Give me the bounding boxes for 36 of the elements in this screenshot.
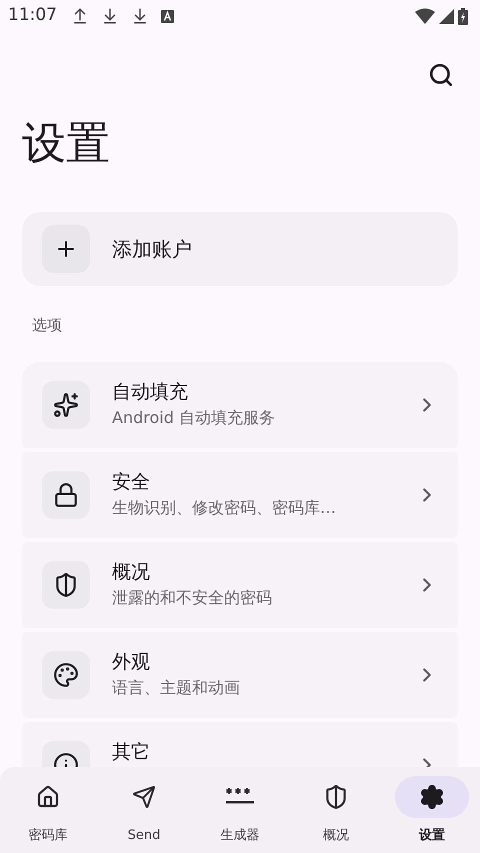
nav-tab[interactable]: 密码库 — [0, 776, 96, 846]
settings-item[interactable]: 外观 语言、主题和动画 — [22, 632, 458, 718]
item-title: 安全 — [112, 470, 151, 494]
palette-icon — [53, 662, 79, 688]
section-label: 选项 — [32, 315, 63, 336]
lock-icon — [53, 482, 79, 508]
sparkles-icon — [53, 392, 79, 418]
home-icon — [36, 785, 60, 809]
item-title: 其它 — [112, 740, 151, 764]
search-icon — [428, 62, 454, 88]
add-account-button[interactable]: 添加账户 — [22, 212, 458, 286]
settings-item[interactable]: 其它 — [22, 722, 458, 767]
settings-item[interactable]: 概况 泄露的和不安全的密码 — [22, 542, 458, 628]
settings-item[interactable]: 安全 生物识别、修改密码、密码库… — [22, 452, 458, 538]
item-title: 概况 — [112, 560, 151, 584]
item-title: 自动填充 — [112, 380, 189, 404]
download-icon — [131, 7, 149, 25]
item-title: 外观 — [112, 650, 151, 674]
nav-tab[interactable]: 生成器 — [192, 776, 288, 846]
upload-icon — [71, 7, 89, 25]
keyboard-notification-icon — [161, 10, 174, 22]
settings-item[interactable]: 自动填充 Android 自动填充服务 — [22, 362, 458, 448]
item-subtitle: Android 自动填充服务 — [112, 406, 276, 428]
item-subtitle: 生物识别、修改密码、密码库… — [112, 496, 337, 518]
page-title: 设置 — [22, 122, 111, 166]
item-subtitle: 语言、主题和动画 — [112, 676, 241, 698]
nav-tab[interactable]: 设置 — [384, 776, 480, 846]
send-icon — [132, 785, 156, 809]
status-time: 11:07 — [8, 4, 57, 28]
signal-icon — [439, 8, 454, 24]
wifi-icon — [415, 8, 435, 24]
battery-icon — [458, 8, 468, 24]
nav-tab[interactable]: Send — [96, 776, 192, 846]
download-icon — [101, 7, 119, 25]
item-subtitle: 泄露的和不安全的密码 — [112, 586, 273, 608]
nav-tab[interactable]: 概况 — [288, 776, 384, 846]
